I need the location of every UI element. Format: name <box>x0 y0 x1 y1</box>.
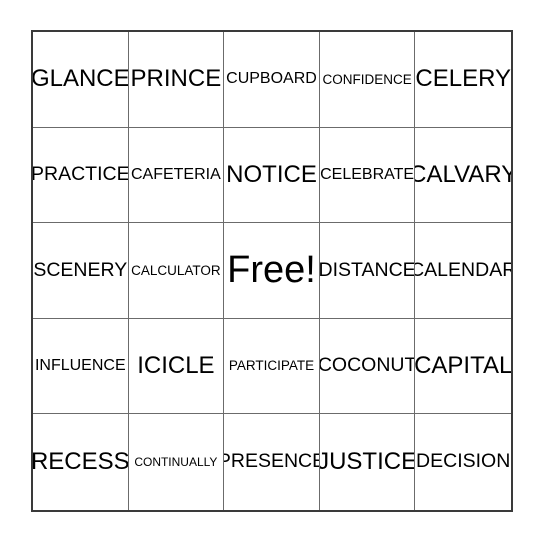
bingo-card: GLANCE PRINCE CUPBOARD CONFIDENCE CELERY PRAC… <box>31 30 513 512</box>
bingo-cell[interactable]: CONTINUALLY <box>128 414 225 510</box>
bingo-cell-label: CUPBOARD <box>226 70 317 88</box>
bingo-cell[interactable]: CALENDAR <box>415 223 511 319</box>
bingo-cell-label: CAFETERIA <box>130 165 221 183</box>
bingo-cell[interactable]: PRACTICE <box>33 127 129 224</box>
bingo-cell-label: NOTICE <box>226 160 317 188</box>
bingo-free-space[interactable]: Free! <box>224 223 320 319</box>
bingo-cell-label: SCENERY <box>33 258 128 281</box>
bingo-cell[interactable]: GLANCE <box>33 32 129 128</box>
bingo-cell-label: CONFIDENCE <box>322 71 412 87</box>
bingo-cell-label: JUSTICE <box>319 448 416 476</box>
bingo-cell-label: CALENDAR <box>415 258 511 281</box>
bingo-cell-label: CONTINUALLY <box>134 455 218 470</box>
free-space-label: Free! <box>227 249 316 292</box>
bingo-cell[interactable]: CELERY <box>415 32 511 128</box>
bingo-grid: GLANCE PRINCE CUPBOARD CONFIDENCE CELERY PRAC… <box>33 32 511 510</box>
bingo-cell-label: ICICLE <box>137 352 215 380</box>
bingo-cell-label: CALVARY <box>415 160 511 188</box>
bingo-cell-label: INFLUENCE <box>34 357 126 375</box>
bingo-cell[interactable]: DECISION <box>415 414 511 510</box>
bingo-cell-label: CELEBRATE <box>320 165 415 183</box>
bingo-cell-label: CALCULATOR <box>131 262 221 278</box>
bingo-cell[interactable]: RECESS <box>33 414 129 510</box>
bingo-cell-label: CAPITAL <box>415 352 511 380</box>
bingo-cell[interactable]: CAFETERIA <box>128 127 225 224</box>
bingo-cell-label: CELERY <box>415 65 511 93</box>
bingo-cell-label: DECISION <box>416 450 511 473</box>
bingo-cell-label: PRACTICE <box>33 163 129 186</box>
bingo-cell-label: GLANCE <box>33 65 129 93</box>
bingo-cell[interactable]: CUPBOARD <box>224 32 320 128</box>
bingo-cell[interactable]: JUSTICE <box>319 414 416 510</box>
bingo-cell-label: DISTANCE <box>319 258 416 281</box>
bingo-cell-label: PRESENCE <box>224 450 320 473</box>
bingo-cell-label: RECESS <box>33 448 129 476</box>
bingo-cell[interactable]: ICICLE <box>128 318 225 415</box>
bingo-cell[interactable]: COCONUT <box>319 318 416 415</box>
bingo-cell[interactable]: PRESENCE <box>224 414 320 510</box>
bingo-cell[interactable]: CAPITAL <box>415 318 511 415</box>
bingo-cell[interactable]: PARTICIPATE <box>224 318 320 415</box>
bingo-cell[interactable]: CALVARY <box>415 127 511 224</box>
bingo-cell[interactable]: CELEBRATE <box>319 127 416 224</box>
bingo-cell[interactable]: CONFIDENCE <box>319 32 416 128</box>
bingo-cell[interactable]: DISTANCE <box>319 223 416 319</box>
bingo-cell-label: COCONUT <box>319 354 416 377</box>
bingo-cell-label: PRINCE <box>130 65 222 93</box>
bingo-cell[interactable]: SCENERY <box>33 223 129 319</box>
bingo-cell[interactable]: NOTICE <box>224 127 320 224</box>
bingo-cell-label: PARTICIPATE <box>228 358 315 374</box>
bingo-cell[interactable]: CALCULATOR <box>128 223 225 319</box>
bingo-cell[interactable]: PRINCE <box>128 32 225 128</box>
bingo-cell[interactable]: INFLUENCE <box>33 318 129 415</box>
